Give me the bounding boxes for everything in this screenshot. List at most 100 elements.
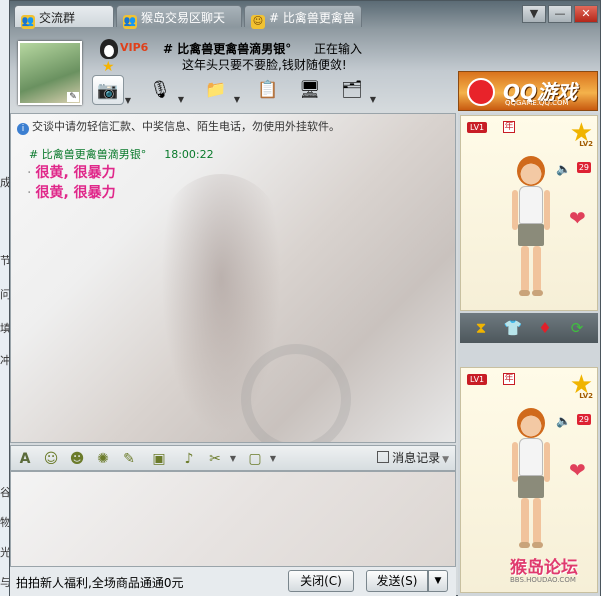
send-options-chevron-down-icon[interactable]: ▼ — [428, 570, 448, 592]
security-notice: i 交谈中请勿轻信汇款、中奖信息、陌生电话，勿使用外挂软件。 — [17, 118, 340, 135]
minimize-button[interactable]: — — [548, 5, 572, 23]
avatar-figure — [511, 156, 551, 306]
history-label: 消息记录 — [392, 451, 441, 465]
tab-trade-chat[interactable]: 👥 猴岛交易区聊天 — [116, 5, 242, 29]
star-level-label: LV2 — [579, 140, 593, 148]
tab-bar: 👥 交流群 👥 猴岛交易区聊天 ☺ # 比禽兽更禽兽 ▼ — ✕ — [10, 3, 601, 29]
watermark-url: BBS.HOUDAO.COM — [510, 576, 576, 584]
ad-subtitle: QQGAME.QQ.COM — [505, 99, 569, 107]
group-icon: 👥 — [123, 15, 137, 29]
smiley-icon: ☺ — [251, 15, 265, 29]
file-transfer-icon: 📁 — [205, 80, 227, 100]
star-level-icon[interactable]: ★ LV2 — [570, 370, 593, 400]
hourglass-icon[interactable]: ⧗ — [470, 318, 492, 338]
chat-background-image — [241, 344, 351, 442]
chevron-down-icon[interactable]: ▼ — [223, 449, 243, 469]
group-icon: 👥 — [21, 15, 35, 29]
ruby-icon[interactable]: ♦ — [534, 318, 556, 338]
window-controls: ▼ — ✕ — [520, 5, 598, 23]
chevron-down-icon[interactable]: ▼ — [234, 85, 240, 115]
qq-game-logo-icon — [467, 78, 495, 106]
chevron-down-icon[interactable]: ▼ — [178, 85, 184, 115]
contact-qq-show[interactable]: LV1 年 ★ LV2 🔈 29 ❤ — [460, 115, 598, 311]
qq-penguin-icon — [100, 39, 118, 59]
contact-signature: 这年头只要不要脸,钱财随便敛! — [182, 58, 347, 72]
emoji-icon[interactable]: ☺ — [41, 449, 61, 469]
heart-gift-icon[interactable]: ❤ — [569, 208, 589, 228]
music-icon[interactable]: ♪ — [179, 449, 199, 469]
typing-status: 正在输入 — [314, 42, 363, 56]
chat-message: 很黄, 很暴力 — [27, 162, 115, 182]
font-icon[interactable]: A — [15, 449, 35, 469]
chevron-down-icon[interactable]: ▼ — [263, 449, 283, 469]
input-toolbar: A ☺ ☻ ✺ ✎ ▣ ♪ ✂ ▼ ▢ ▼ 消息记录 ▼ — [10, 445, 456, 471]
tab-group-chat[interactable]: 👥 交流群 — [14, 5, 114, 29]
qq-game-ad[interactable]: QQ游戏 QQGAME.QQ.COM — [458, 71, 598, 111]
shake-icon[interactable]: ✺ — [93, 449, 113, 469]
app-box-icon: 🗂 — [341, 80, 363, 100]
tshirt-icon[interactable]: 👕 — [502, 318, 524, 338]
watermark-text: 猴岛论坛 — [510, 558, 578, 578]
scribble-icon[interactable]: ✎ — [119, 449, 139, 469]
star-level-label: LV2 — [579, 392, 593, 400]
voice-call-button[interactable]: 🎙 ▼ — [144, 75, 184, 105]
star-icon: ★ — [102, 59, 115, 75]
webcam-icon: 📷 — [97, 81, 119, 101]
message-time: 18:00:22 — [164, 148, 214, 161]
count-badge: 29 — [576, 162, 591, 173]
tab-label: # 比禽兽更禽兽 — [269, 11, 355, 25]
remote-desktop-button[interactable]: 🖥 — [294, 75, 326, 105]
contact-name[interactable]: # 比禽兽更禽兽滴男银° — [163, 40, 291, 57]
vip-level: VIP6 — [120, 41, 149, 54]
tab-label: 猴岛交易区聊天 — [141, 11, 226, 25]
chevron-down-icon[interactable]: ▼ — [125, 86, 131, 116]
heart-gift-icon[interactable]: ❤ — [569, 460, 589, 480]
add-list-icon: 📋 — [257, 80, 279, 100]
video-call-button[interactable]: 📷 ▼ — [92, 75, 131, 105]
magic-face-icon[interactable]: ☻ — [67, 449, 87, 469]
menu-button[interactable]: ▼ — [522, 5, 546, 23]
close-window-button[interactable]: ✕ — [574, 5, 598, 23]
star-level-icon[interactable]: ★ LV2 — [570, 118, 593, 148]
bottom-bar: 拍拍新人福利,全场商品通通0元 关闭(C) 发送(S) ▼ — [10, 567, 456, 596]
message-header: # 比禽兽更禽兽滴男银° 18:00:22 — [29, 146, 214, 162]
briefcase-icon[interactable]: ▢ — [245, 449, 265, 469]
chat-message: 很黄, 很暴力 — [27, 182, 115, 202]
edit-icon[interactable]: ✎ — [67, 92, 79, 102]
message-input[interactable] — [10, 471, 456, 567]
send-file-button[interactable]: 📁 ▼ — [200, 75, 240, 105]
chat-window: 👥 交流群 👥 猴岛交易区聊天 ☺ # 比禽兽更禽兽 ▼ — ✕ ✎ VIP6 ★ # 比… — [9, 0, 601, 596]
level-badge: LV1 — [467, 122, 488, 133]
contact-avatar[interactable]: ✎ — [18, 41, 82, 105]
notice-text: 交谈中请勿轻信汇款、中奖信息、陌生电话，勿使用外挂软件。 — [32, 120, 340, 133]
message-history-button[interactable]: 消息记录 ▼ — [377, 449, 449, 466]
history-icon — [377, 451, 390, 463]
year-badge: 年 — [503, 373, 515, 385]
close-button[interactable]: 关闭(C) — [288, 570, 354, 592]
year-badge: 年 — [503, 121, 515, 133]
create-discussion-button[interactable]: 📋 — [252, 75, 284, 105]
promo-link[interactable]: 拍拍新人福利,全场商品通通0元 — [16, 574, 183, 591]
speaker-icon[interactable]: 🔈 — [556, 414, 571, 428]
image-icon[interactable]: ▣ — [149, 449, 169, 469]
message-sender[interactable]: # 比禽兽更禽兽滴男银° — [29, 148, 146, 161]
chevron-down-icon[interactable]: ▼ — [442, 455, 449, 465]
tab-private-chat[interactable]: ☺ # 比禽兽更禽兽 — [244, 5, 362, 29]
refresh-icon[interactable]: ⟳ — [566, 318, 588, 338]
avatar-figure — [511, 408, 551, 558]
microphone-icon: 🎙 — [149, 80, 171, 100]
monitor-icon: 🖥 — [299, 80, 321, 100]
apps-button[interactable]: 🗂 ▼ — [336, 75, 376, 105]
message-history[interactable]: i 交谈中请勿轻信汇款、中奖信息、陌生电话，勿使用外挂软件。 # 比禽兽更禽兽滴男… — [10, 113, 456, 443]
level-badge: LV1 — [467, 374, 488, 385]
screenshot-scissors-icon[interactable]: ✂ — [205, 449, 225, 469]
qq-show-panel: LV1 年 ★ LV2 🔈 29 ❤ ⧗ 👕 ♦ ⟳ LV1 年 ★ LV2 🔈 2… — [458, 113, 600, 596]
chevron-down-icon[interactable]: ▼ — [370, 85, 376, 115]
tab-label: 交流群 — [39, 11, 76, 25]
send-button[interactable]: 发送(S) — [366, 570, 428, 592]
info-icon: i — [17, 123, 29, 135]
qq-show-actions: ⧗ 👕 ♦ ⟳ — [460, 313, 598, 343]
count-badge: 29 — [576, 414, 591, 425]
forum-watermark: 猴岛论坛 BBS.HOUDAO.COM — [510, 553, 578, 584]
speaker-icon[interactable]: 🔈 — [556, 162, 571, 176]
